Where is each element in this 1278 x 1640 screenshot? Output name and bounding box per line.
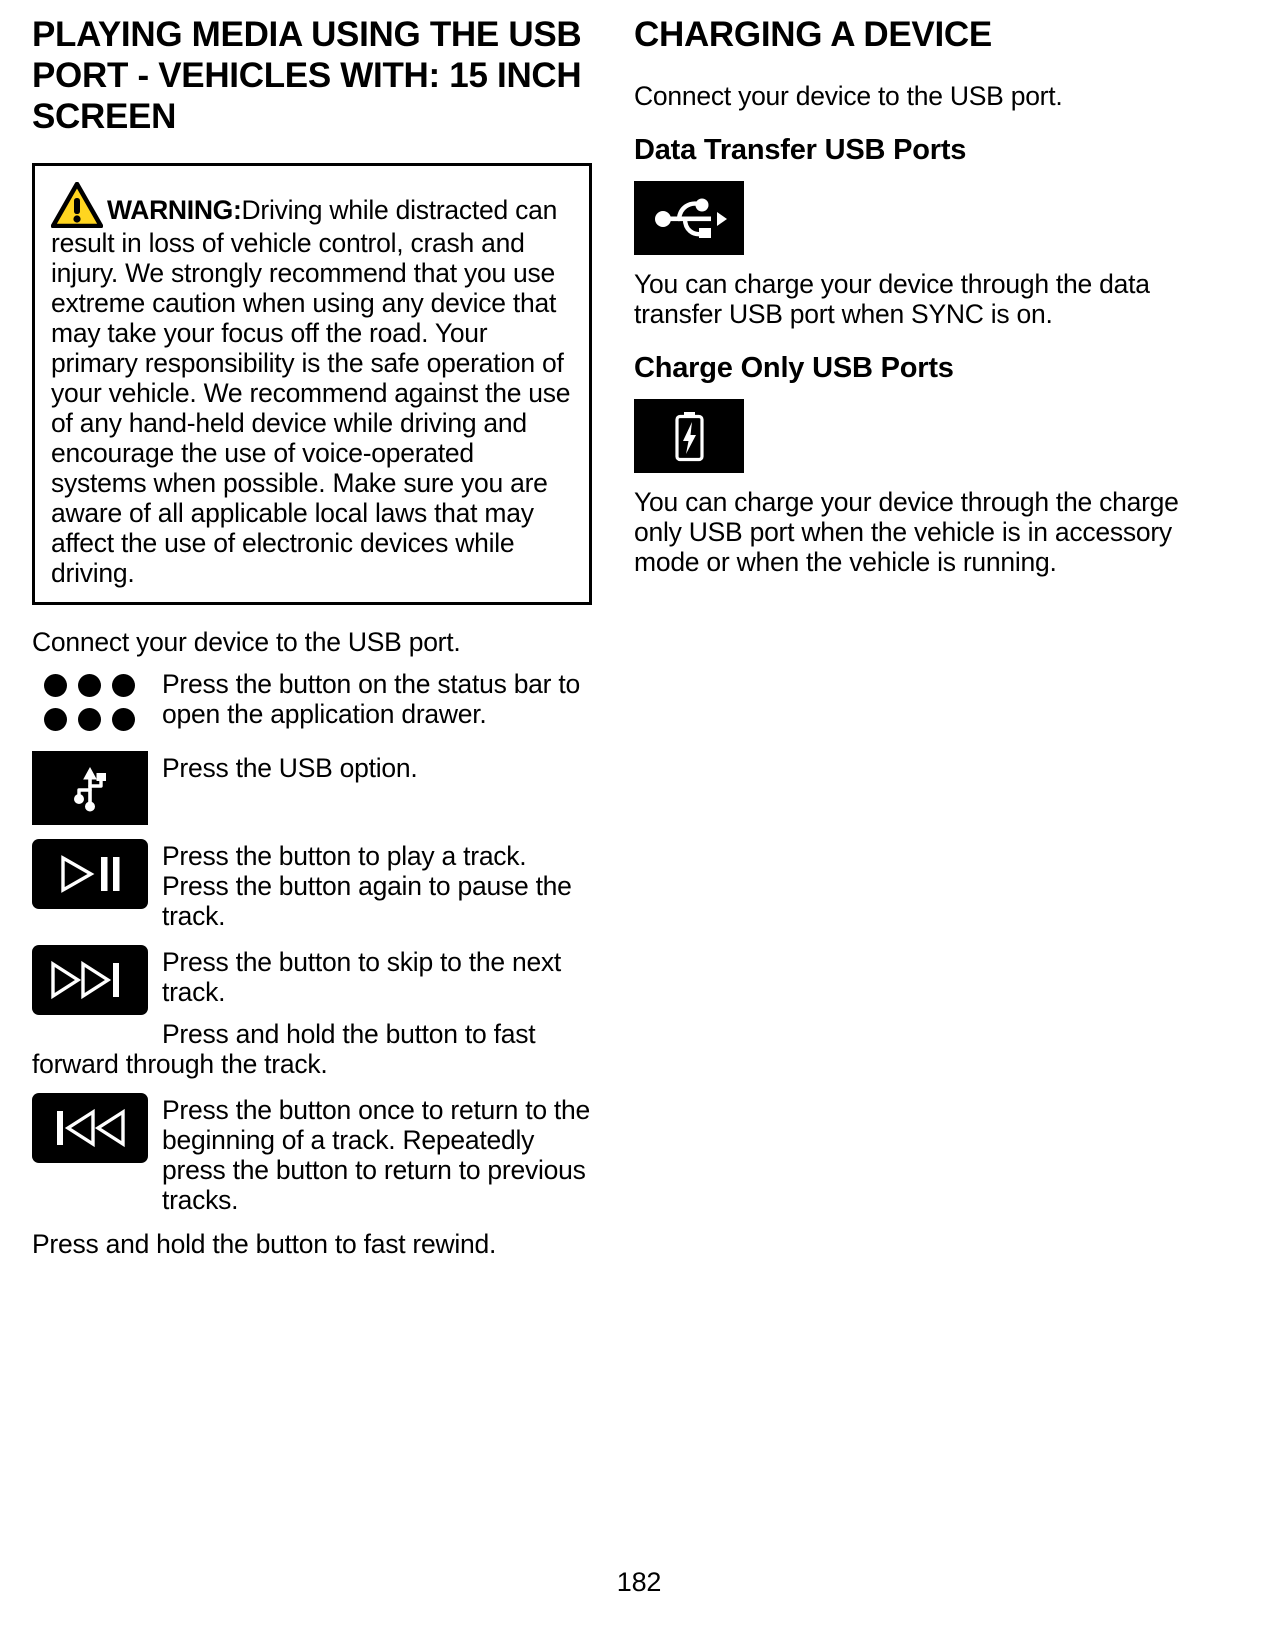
app-drawer-dots-icon[interactable]	[32, 667, 148, 737]
step-label: Press the button once to return to the b…	[162, 1095, 591, 1215]
charge-only-text: You can charge your device through the c…	[634, 487, 1179, 577]
step-label: Press the button to play a track. Press …	[162, 841, 572, 931]
step-open-app-drawer: Press the button on the status bar to op…	[32, 667, 592, 737]
warning-body: WARNING:Driving while distracted can res…	[51, 182, 573, 588]
data-transfer-text: You can charge your device through the d…	[634, 269, 1150, 329]
charge-only-usb-tile	[634, 399, 744, 473]
dot	[78, 673, 101, 697]
warning-label: WARNING:	[107, 195, 242, 225]
skip-previous-icon	[57, 1108, 125, 1148]
skip-previous-button[interactable]	[32, 1093, 148, 1163]
step-label: Press the USB option.	[162, 753, 418, 783]
two-column-layout: PLAYING MEDIA USING THE USB PORT - VEHIC…	[32, 14, 1246, 1269]
step-label: Press the button on the status bar to op…	[162, 669, 580, 729]
skip-next-button[interactable]	[32, 945, 148, 1015]
step-skip-next: Press the button to skip to the next tra…	[32, 945, 592, 1015]
warning-box: WARNING:Driving while distracted can res…	[32, 163, 592, 605]
page-number: 182	[616, 1567, 662, 1597]
charge-only-heading: Charge Only USB Ports	[634, 352, 954, 384]
usb-vertical-icon	[74, 766, 106, 812]
step-play-pause: Press the button to play a track. Press …	[32, 839, 592, 931]
fast-rewind-note: Press and hold the button to fast rewind…	[32, 1229, 497, 1259]
fast-forward-note: Press and hold the button to fast forwar…	[32, 1019, 536, 1079]
right-column: CHARGING A DEVICE Connect your device to…	[634, 14, 1194, 587]
page-title: PLAYING MEDIA USING THE USB PORT - VEHIC…	[32, 15, 582, 136]
right-intro-text: Connect your device to the USB port.	[634, 81, 1063, 111]
warning-text: Driving while distracted can result in l…	[51, 195, 571, 588]
manual-page: PLAYING MEDIA USING THE USB PORT - VEHIC…	[0, 0, 1278, 1640]
dot	[112, 673, 135, 697]
step-skip-previous: Press the button once to return to the b…	[32, 1093, 592, 1215]
skip-next-icon	[51, 960, 119, 1000]
warning-triangle-icon	[51, 182, 103, 228]
dot	[44, 707, 67, 731]
play-pause-button[interactable]	[32, 839, 148, 909]
dot	[112, 707, 135, 731]
battery-charging-icon	[675, 412, 704, 462]
dot	[44, 673, 67, 697]
left-column: PLAYING MEDIA USING THE USB PORT - VEHIC…	[32, 14, 592, 1269]
usb-option-button[interactable]	[32, 751, 148, 825]
usb-horizontal-icon	[655, 198, 727, 238]
charging-section-title: CHARGING A DEVICE	[634, 15, 992, 54]
data-transfer-heading: Data Transfer USB Ports	[634, 134, 967, 166]
step-label: Press the button to skip to the next tra…	[162, 947, 562, 1007]
data-transfer-usb-tile	[634, 181, 744, 255]
play-pause-icon	[61, 855, 120, 893]
step-press-usb-option: Press the USB option.	[32, 751, 592, 825]
left-intro-text: Connect your device to the USB port.	[32, 627, 461, 657]
dot	[78, 707, 101, 731]
